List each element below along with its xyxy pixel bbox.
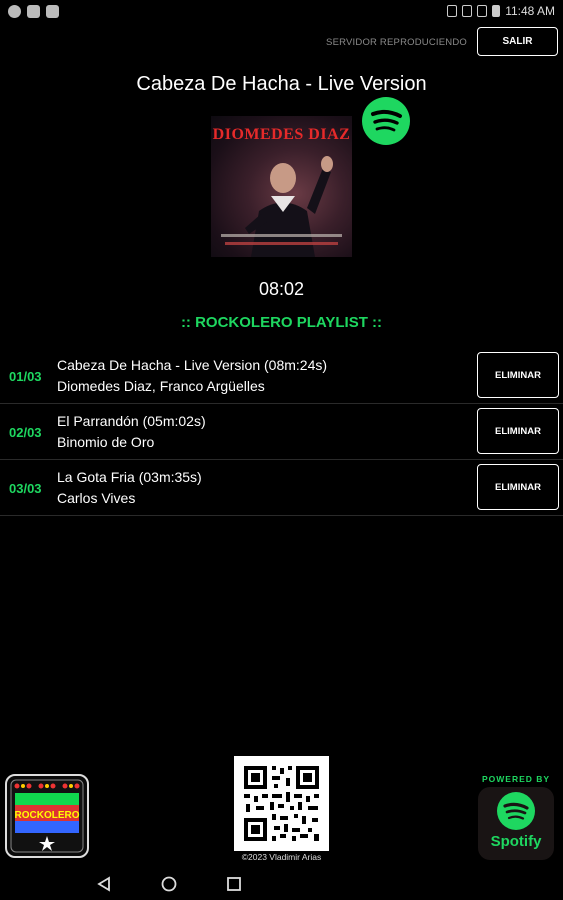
playback-timer: 08:02 <box>258 279 305 299</box>
status-icons-left <box>8 5 59 18</box>
rockolero-logo-text: ROCKOLERO <box>15 810 80 821</box>
battery-icon <box>492 5 501 17</box>
track-artist: Binomio de Oro <box>57 434 155 450</box>
qr-code <box>234 756 329 851</box>
recents-square-icon[interactable] <box>225 875 243 893</box>
album-artist-text: DIOMEDES DIAZ <box>212 126 351 143</box>
home-circle-icon[interactable] <box>160 875 178 893</box>
exit-button[interactable]: SALIR <box>477 27 558 56</box>
notification-icon <box>8 5 21 18</box>
track-title: Cabeza De Hacha - Live Version (08m:24s) <box>57 357 328 373</box>
track-number: 01/03 <box>9 369 42 384</box>
spotify-icon <box>362 97 410 145</box>
track-title: La Gota Fria (03m:35s) <box>57 469 202 485</box>
playlist-row: 02/03 El Parrandón (05m:02s) Binomio de … <box>0 404 563 460</box>
track-artist: Carlos Vives <box>57 490 136 506</box>
album-art: DIOMEDES DIAZ <box>211 116 352 257</box>
notification-icon <box>27 5 40 18</box>
track-number: 02/03 <box>9 425 42 440</box>
vibrate-icon <box>447 5 458 17</box>
status-time: 11:48 AM <box>505 4 555 18</box>
playlist-row: 03/03 La Gota Fria (03m:35s) Carlos Vive… <box>0 460 563 516</box>
remove-button[interactable]: ELIMINAR <box>477 352 559 398</box>
now-playing-title: Cabeza De Hacha - Live Version <box>136 73 427 95</box>
server-status-text: SERVIDOR REPRODUCIENDO <box>326 37 467 48</box>
track-number: 03/03 <box>9 481 42 496</box>
rockolero-logo: ROCKOLERO <box>5 774 89 858</box>
track-artist: Diomedes Diaz, Franco Argüelles <box>57 378 265 394</box>
playlist: 01/03 Cabeza De Hacha - Live Version (08… <box>0 348 563 516</box>
playlist-row: 01/03 Cabeza De Hacha - Live Version (08… <box>0 348 563 404</box>
system-nav-bar <box>0 866 563 900</box>
spotify-label: Spotify <box>490 833 542 850</box>
spotify-icon <box>497 792 535 830</box>
album-subtitle-line <box>225 242 338 245</box>
back-triangle-icon[interactable] <box>95 875 113 893</box>
track-title: El Parrandón (05m:02s) <box>57 413 206 429</box>
status-bar: 11:48 AM <box>0 0 563 24</box>
notification-icon <box>46 5 59 18</box>
status-icons-right: 11:48 AM <box>447 4 555 18</box>
playlist-heading: :: ROCKOLERO PLAYLIST :: <box>180 314 383 331</box>
remove-button[interactable]: ELIMINAR <box>477 408 559 454</box>
spotify-logo-box: Spotify <box>478 787 554 860</box>
sim-icon <box>462 5 473 17</box>
powered-by-text: POWERED BY <box>482 774 551 784</box>
wifi-icon <box>477 5 488 17</box>
remove-button[interactable]: ELIMINAR <box>477 464 559 510</box>
album-subtitle-line <box>221 234 342 237</box>
qr-code-image <box>244 766 319 841</box>
